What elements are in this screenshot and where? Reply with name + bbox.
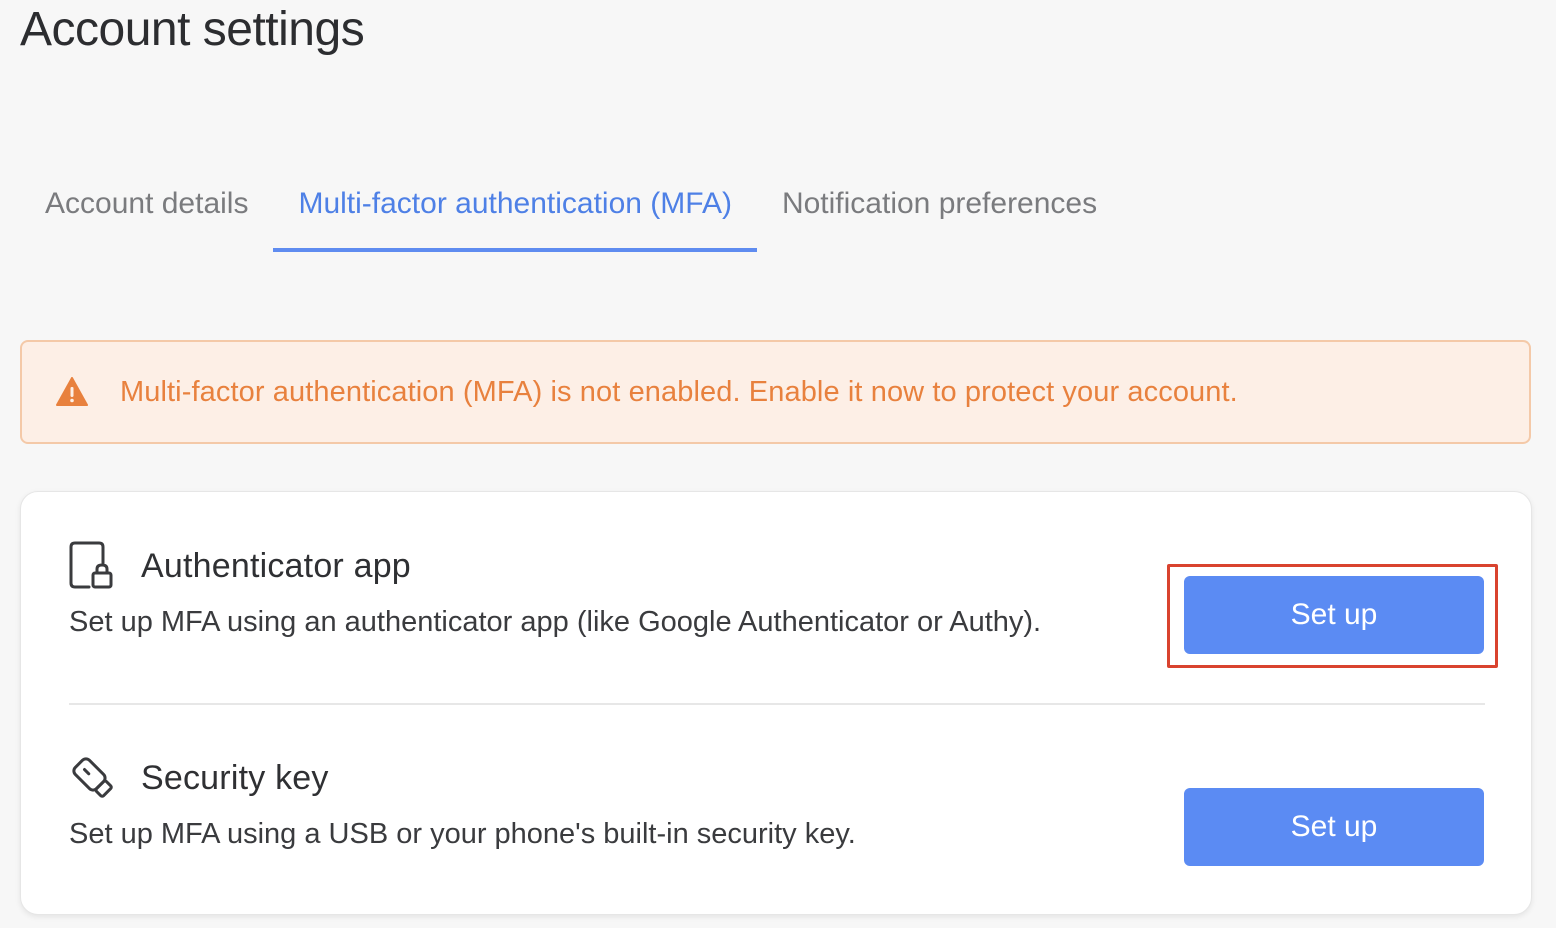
mfa-warning-alert: Multi-factor authentication (MFA) is not…: [20, 340, 1531, 444]
mfa-methods-card: Authenticator app Set up MFA using an au…: [20, 491, 1532, 915]
page-title: Account settings: [20, 3, 365, 56]
tab-notification-preferences[interactable]: Notification preferences: [757, 160, 1122, 252]
usb-key-icon: [69, 753, 119, 803]
security-key-title: Security key: [141, 758, 329, 797]
security-key-setup-button[interactable]: Set up: [1184, 788, 1484, 866]
settings-tabs: Account details Multi-factor authenticat…: [20, 160, 1122, 252]
authenticator-app-setup-button[interactable]: Set up: [1184, 576, 1484, 654]
warning-icon: [56, 377, 88, 407]
account-settings-page: Account settings Account details Multi-f…: [0, 0, 1556, 928]
divider: [69, 703, 1485, 705]
tab-multi-factor-authentication[interactable]: Multi-factor authentication (MFA): [273, 160, 757, 252]
tab-account-details[interactable]: Account details: [20, 160, 273, 252]
authenticator-app-title: Authenticator app: [141, 546, 411, 585]
alert-message: Multi-factor authentication (MFA) is not…: [120, 375, 1238, 408]
phone-lock-icon: [69, 541, 119, 591]
